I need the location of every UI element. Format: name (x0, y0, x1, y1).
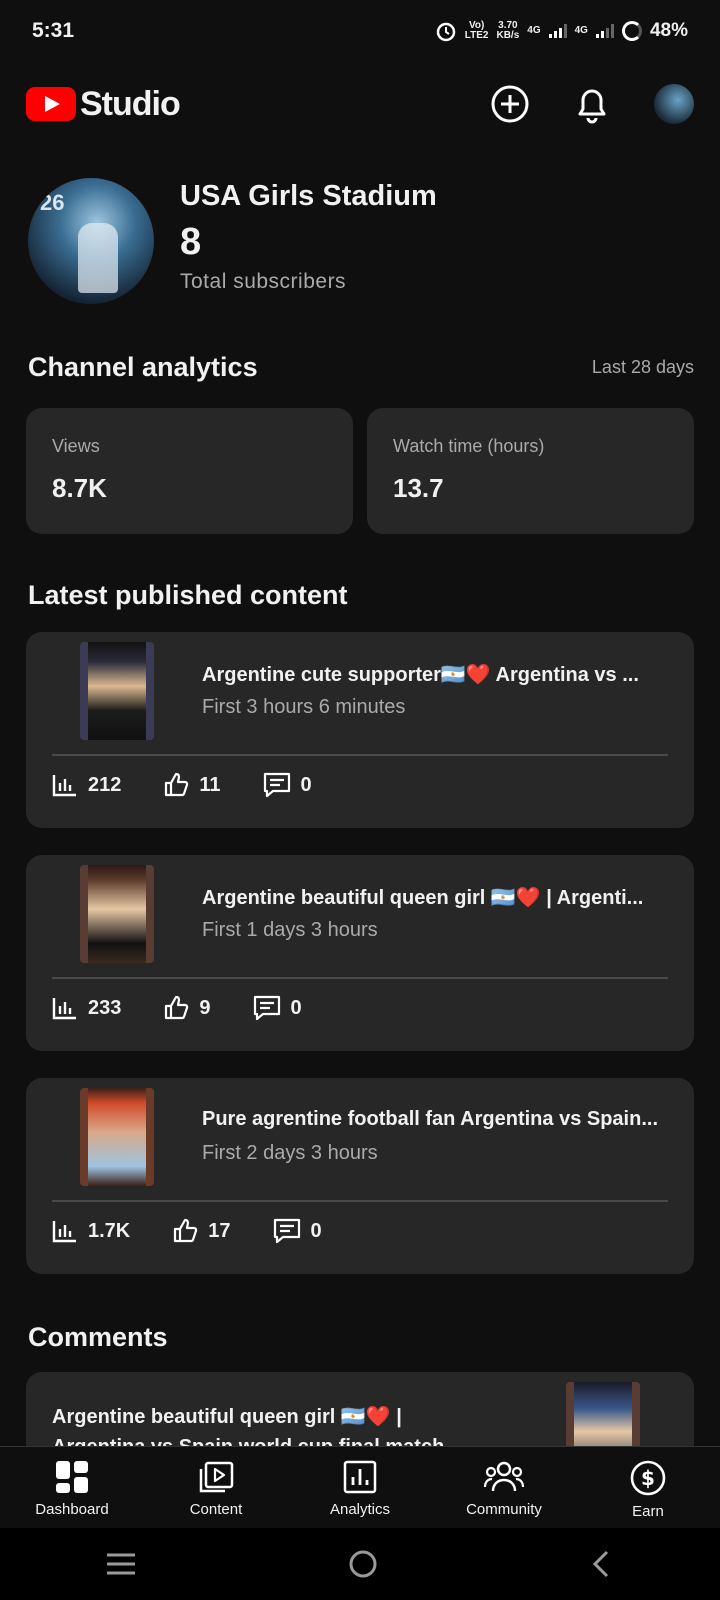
recent-apps-icon[interactable] (105, 1551, 137, 1577)
create-button[interactable] (490, 84, 530, 124)
app-name: Studio (80, 84, 181, 123)
views-count: 233 (88, 996, 122, 1019)
subscriber-label: Total subscribers (180, 270, 347, 293)
dashboard-icon (56, 1461, 88, 1493)
comments-count: 0 (300, 773, 312, 796)
comment-card[interactable]: Argentine beautiful queen girl 🇦🇷❤️ | Ar… (26, 1372, 694, 1452)
nav-label: Dashboard (35, 1501, 109, 1518)
network-type-1: 4G (527, 25, 541, 36)
video-stats: 212 11 0 (52, 772, 312, 798)
video-thumbnail (80, 865, 154, 963)
video-stats: 1.7K 17 0 (52, 1218, 322, 1244)
community-icon (483, 1461, 525, 1492)
video-thumbnail (80, 1088, 154, 1186)
likes-count: 11 (199, 773, 221, 796)
comment-video-thumbnail (566, 1382, 640, 1452)
earn-icon: $ (630, 1460, 666, 1496)
comments-count: 0 (290, 996, 302, 1019)
create-icon (491, 85, 529, 123)
signal-icon-1 (548, 24, 567, 38)
video-card[interactable]: Argentine cute supporter🇦🇷❤️ Argentina v… (26, 632, 694, 828)
nav-earn[interactable]: $ Earn (576, 1447, 720, 1528)
like-icon (174, 1218, 198, 1243)
views-chart-icon (52, 998, 76, 1020)
nav-label: Community (466, 1501, 542, 1518)
video-card[interactable]: Argentine beautiful queen girl 🇦🇷❤️ | Ar… (26, 855, 694, 1051)
nav-dashboard[interactable]: Dashboard (0, 1447, 144, 1528)
video-age: First 2 days 3 hours (202, 1142, 378, 1164)
video-age: First 3 hours 6 minutes (202, 696, 406, 718)
video-title: Pure agrentine football fan Argentina vs… (202, 1108, 658, 1130)
likes-count: 17 (208, 1219, 231, 1242)
divider (52, 1200, 668, 1202)
like-icon (165, 995, 189, 1020)
comments-title: Comments (28, 1322, 168, 1352)
back-icon[interactable] (589, 1548, 615, 1580)
likes-count: 9 (199, 996, 211, 1019)
views-count: 212 (88, 773, 122, 796)
status-icons: Vo) LTE2 3.70 KB/s 4G 4G 48% (435, 20, 688, 42)
stat-value: 8.7K (52, 473, 107, 503)
analytics-header: Channel analytics Last 28 days (28, 352, 694, 383)
battery-icon (621, 21, 642, 41)
status-bar: 5:31 Vo) LTE2 3.70 KB/s 4G 4G 48% (0, 0, 720, 62)
stat-label: Views (52, 436, 100, 456)
video-card[interactable]: Pure agrentine football fan Argentina vs… (26, 1078, 694, 1274)
watch-time-card[interactable]: Watch time (hours) 13.7 (367, 408, 694, 534)
signal-icon-2 (595, 24, 614, 38)
battery-level: 48% (649, 20, 688, 41)
comment-icon (273, 1218, 300, 1244)
bell-icon (578, 89, 606, 124)
network-speed: 3.70 KB/s (496, 20, 520, 41)
comments-count: 0 (310, 1219, 322, 1242)
status-time: 5:31 (32, 19, 75, 42)
channel-summary: USA Girls Stadium 8 Total subscribers (28, 178, 692, 308)
bottom-nav: Dashboard Content Analytics Community $ … (0, 1446, 720, 1528)
analytics-period: Last 28 days (591, 357, 694, 377)
nav-content[interactable]: Content (144, 1447, 288, 1528)
video-title: Argentine cute supporter🇦🇷❤️ Argentina v… (202, 664, 639, 686)
video-title: Argentine beautiful queen girl 🇦🇷❤️ | Ar… (202, 887, 644, 909)
nav-label: Earn (632, 1503, 664, 1520)
comment-video-title: Argentine beautiful queen girl 🇦🇷❤️ | Ar… (52, 1406, 445, 1452)
comment-icon (263, 772, 290, 798)
views-chart-icon (52, 1221, 76, 1243)
notifications-button[interactable] (572, 84, 612, 124)
stat-value: 13.7 (393, 473, 444, 503)
stat-label: Watch time (hours) (393, 436, 545, 456)
channel-avatar (28, 178, 154, 304)
divider (52, 754, 668, 756)
volte-indicator: Vo) LTE2 (464, 20, 489, 41)
video-age: First 1 days 3 hours (202, 919, 378, 941)
youtube-logo-icon (26, 87, 76, 121)
nav-label: Content (189, 1501, 243, 1518)
content-icon (199, 1461, 234, 1493)
alarm-icon (436, 22, 456, 42)
like-icon (165, 772, 189, 797)
views-card[interactable]: Views 8.7K (26, 408, 353, 534)
app-header: Studio (0, 72, 720, 136)
account-avatar[interactable] (654, 84, 694, 124)
nav-community[interactable]: Community (432, 1447, 576, 1528)
channel-name: USA Girls Stadium (180, 180, 437, 212)
analytics-icon (343, 1460, 377, 1494)
comment-icon (253, 995, 280, 1021)
video-stats: 233 9 0 (52, 995, 302, 1021)
home-icon[interactable] (347, 1548, 379, 1580)
latest-content-title: Latest published content (28, 580, 348, 610)
svg-text:$: $ (641, 1466, 655, 1490)
nav-label: Analytics (329, 1501, 391, 1518)
nav-analytics[interactable]: Analytics (288, 1447, 432, 1528)
divider (52, 977, 668, 979)
video-thumbnail (80, 642, 154, 740)
network-type-2: 4G (574, 25, 588, 36)
subscriber-count: 8 (180, 221, 202, 263)
views-count: 1.7K (88, 1219, 131, 1242)
system-nav-bar (0, 1528, 720, 1600)
analytics-title: Channel analytics (28, 352, 258, 382)
views-chart-icon (52, 775, 76, 797)
